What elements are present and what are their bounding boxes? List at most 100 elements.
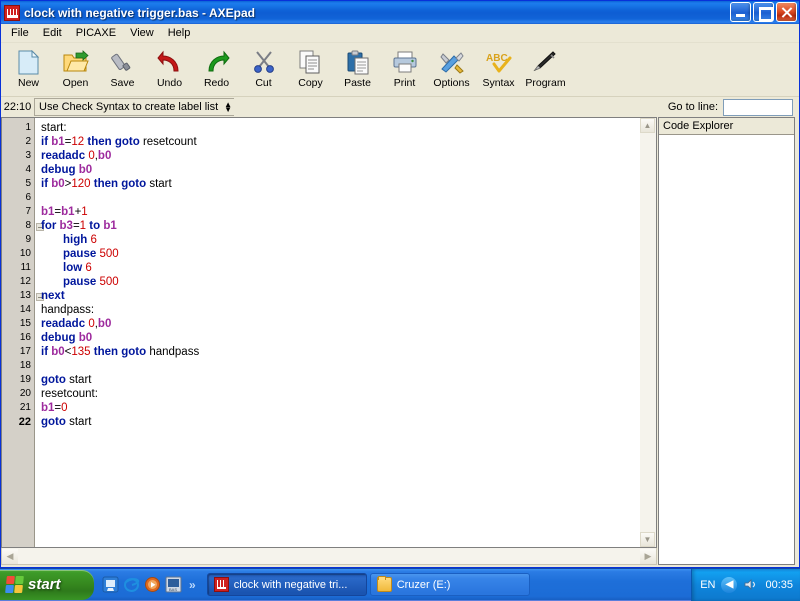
code-token-num: 1	[81, 206, 87, 218]
scroll-left-icon[interactable]: ◀	[2, 549, 18, 564]
code-line[interactable]: readadc 0,b0	[41, 149, 640, 163]
code-line[interactable]: next	[41, 289, 640, 303]
toolbar-button-options[interactable]: Options	[428, 45, 475, 95]
code-token-var: b0	[79, 164, 92, 176]
code-line[interactable]: for b3=1 to b1	[41, 219, 640, 233]
caret-position: 22:10	[1, 101, 34, 113]
taskbar-item-cruzer-label: Cruzer (E:)	[397, 579, 451, 591]
show-desktop-icon[interactable]	[102, 576, 119, 593]
code-line[interactable]: resetcount:	[41, 387, 640, 401]
code-line[interactable]: if b1=12 then goto resetcount	[41, 135, 640, 149]
show-hidden-icons-icon[interactable]: ◀	[721, 577, 737, 593]
line-number-row: 20	[2, 387, 34, 401]
toolbar-button-cut[interactable]: Cut	[240, 45, 287, 95]
code-line[interactable]: goto start	[41, 415, 640, 429]
code-line[interactable]: high 6	[41, 233, 640, 247]
main-body: 12345678910111213141516171819202122 star…	[1, 117, 799, 567]
code-line[interactable]: pause 500	[41, 247, 640, 261]
code-line[interactable]: handpass:	[41, 303, 640, 317]
code-token-var: b1	[103, 220, 116, 232]
start-button[interactable]: start	[0, 570, 94, 600]
volume-icon[interactable]	[743, 577, 758, 592]
line-number: 11	[21, 261, 31, 275]
taskbar-item-axepad-label: clock with negative tri...	[234, 579, 348, 591]
code-line[interactable]: start:	[41, 121, 640, 135]
quick-launch-bar: BAS »	[94, 571, 203, 599]
taskbar-item-axepad[interactable]: clock with negative tri...	[207, 573, 367, 596]
code-token-var: b1	[61, 206, 74, 218]
language-indicator[interactable]: EN	[700, 579, 715, 591]
menu-item-file[interactable]: File	[4, 25, 36, 41]
toolbar-button-redo[interactable]: Redo	[193, 45, 240, 95]
line-number: 3	[25, 149, 31, 163]
code-line[interactable]: b1=0	[41, 401, 640, 415]
taskbar-item-cruzer[interactable]: Cruzer (E:)	[370, 573, 530, 596]
close-icon[interactable]	[776, 2, 797, 22]
toolbar-button-program[interactable]: Program	[522, 45, 569, 95]
code-explorer-list[interactable]	[659, 135, 794, 564]
code-token-num: 500	[99, 248, 118, 260]
picaxe-editor-icon[interactable]: BAS	[165, 576, 182, 593]
abc-check-icon: ABC	[484, 48, 514, 76]
line-number-row: 8	[2, 219, 34, 233]
code-explorer-panel[interactable]: Code Explorer	[658, 117, 795, 565]
line-number: 8	[25, 219, 31, 233]
code-token-kw: pause	[63, 276, 99, 288]
code-line[interactable]: if b0>120 then goto start	[41, 177, 640, 191]
line-number-row: 12	[2, 275, 34, 289]
toolbar-label-cut: Cut	[255, 77, 271, 89]
toolbar-button-undo[interactable]: Undo	[146, 45, 193, 95]
menu-item-picaxe[interactable]: PICAXE	[69, 25, 123, 41]
code-text-area[interactable]: start:if b1=12 then goto resetcountreada…	[34, 118, 640, 547]
scroll-up-icon[interactable]: ▲	[640, 118, 655, 133]
code-token-kw: debug	[41, 164, 79, 176]
code-line[interactable]: if b0<135 then goto handpass	[41, 345, 640, 359]
toolbar-button-syntax[interactable]: ABC Syntax	[475, 45, 522, 95]
internet-explorer-icon[interactable]	[123, 576, 140, 593]
editor-horizontal-scrollbar[interactable]: ◀ ▶	[1, 548, 657, 565]
code-line[interactable]: goto start	[41, 373, 640, 387]
toolbar-button-paste[interactable]: Paste	[334, 45, 381, 95]
media-player-icon[interactable]	[144, 576, 161, 593]
scroll-right-icon[interactable]: ▶	[640, 549, 656, 564]
code-line[interactable]	[41, 359, 640, 373]
code-line[interactable]: low 6	[41, 261, 640, 275]
menu-item-edit[interactable]: Edit	[36, 25, 69, 41]
toolbar-button-open[interactable]: Open	[52, 45, 99, 95]
code-line[interactable]	[41, 191, 640, 205]
toolbar-button-print[interactable]: Print	[381, 45, 428, 95]
toolbar-button-new[interactable]: New	[5, 45, 52, 95]
code-line[interactable]: debug b0	[41, 331, 640, 345]
toolbar-label-new: New	[18, 77, 39, 89]
quick-launch-overflow[interactable]: »	[189, 578, 196, 592]
code-token-var: b0	[79, 332, 92, 344]
title-bar[interactable]: clock with negative trigger.bas - AXEpad	[1, 1, 799, 24]
code-token-var: b0	[98, 150, 111, 162]
editor-vertical-scrollbar[interactable]: ▲ ▼	[640, 117, 657, 548]
label-list-dropdown[interactable]: Use Check Syntax to create label list ▲▼	[34, 98, 234, 116]
scroll-down-icon[interactable]: ▼	[640, 532, 655, 547]
spinner-updown-icon[interactable]: ▲▼	[224, 102, 232, 112]
code-line[interactable]: pause 500	[41, 275, 640, 289]
code-token-kw: then goto	[91, 346, 150, 358]
menu-item-view[interactable]: View	[123, 25, 161, 41]
minimize-icon[interactable]	[730, 2, 751, 22]
code-line[interactable]: readadc 0,b0	[41, 317, 640, 331]
folder-icon	[377, 577, 392, 592]
restore-icon[interactable]	[753, 2, 774, 22]
code-token-kw: high	[63, 234, 90, 246]
line-number: 13	[20, 289, 31, 303]
toolbar-button-copy[interactable]: Copy	[287, 45, 334, 95]
undo-arrow-icon	[155, 48, 185, 76]
menu-item-help[interactable]: Help	[161, 25, 198, 41]
code-line[interactable]: b1=b1+1	[41, 205, 640, 219]
line-number: 5	[25, 177, 31, 191]
code-line[interactable]: debug b0	[41, 163, 640, 177]
goto-line-input[interactable]	[723, 99, 793, 116]
code-explorer-header: Code Explorer	[659, 118, 794, 135]
clock[interactable]: 00:35	[765, 579, 793, 591]
code-editor[interactable]: 12345678910111213141516171819202122 star…	[1, 117, 640, 548]
toolbar-button-save[interactable]: Save	[99, 45, 146, 95]
editor-main: 12345678910111213141516171819202122 star…	[1, 117, 657, 548]
code-token-var: b3	[60, 220, 73, 232]
